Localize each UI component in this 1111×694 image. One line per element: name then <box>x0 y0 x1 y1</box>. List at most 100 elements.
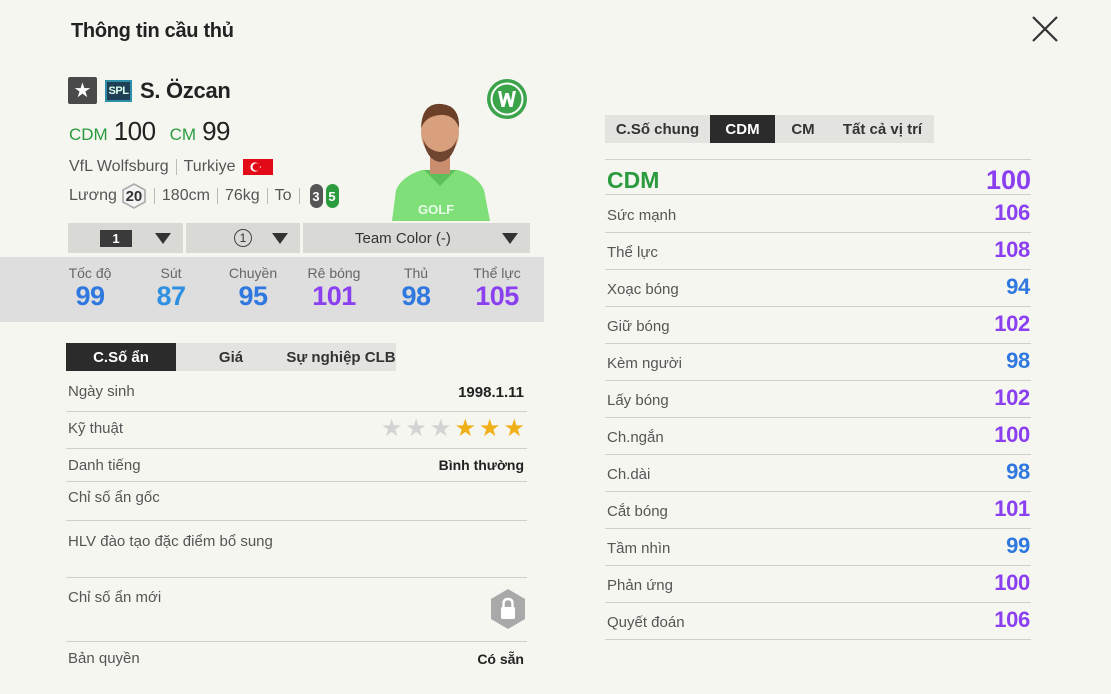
skill-label: Kỹ thuật <box>68 420 124 437</box>
tab-all-positions[interactable]: Tất cả vị trí <box>831 115 934 143</box>
svg-text:GOLF: GOLF <box>418 202 454 217</box>
grade-dropdown[interactable]: 1 <box>68 223 183 253</box>
divider <box>298 188 300 204</box>
attribute-value: 106 <box>994 607 1030 632</box>
attribute-value: 98 <box>1006 348 1030 373</box>
attribute-value: 106 <box>994 200 1030 225</box>
main-stat: Rê bóng 101 <box>294 265 374 311</box>
divider <box>216 188 218 204</box>
season-badge: SPL <box>105 79 132 102</box>
stat-label: Tốc độ <box>68 265 112 281</box>
coach-traits-row: HLV đào tạo đặc điểm bổ sung <box>66 521 527 578</box>
main-stats-panel: Tốc độ 99 Sút 87 Chuyền 95 Rê bóng 101 T… <box>0 257 544 322</box>
player-name: S. Özcan <box>140 77 231 103</box>
birthday-row: Ngày sinh 1998.1.11 <box>66 374 527 412</box>
attribute-row: Quyết đoán 106 <box>605 603 1031 640</box>
tab-general-stats[interactable]: C.Số chung <box>605 115 710 143</box>
player-name-row: ★ SPL S. Özcan <box>68 77 231 104</box>
attribute-row: Cắt bóng 101 <box>605 492 1031 529</box>
attribute-value: 108 <box>994 237 1030 262</box>
stat-value: 87 <box>156 281 186 311</box>
attribute-value: 98 <box>1006 459 1030 484</box>
attribute-value: 94 <box>1006 274 1030 299</box>
copyright-label: Bản quyền <box>68 650 140 667</box>
reputation-value: Bình thường <box>438 457 524 473</box>
player-photo: GOLF <box>384 98 496 221</box>
main-stat: Tốc độ 99 <box>50 265 130 311</box>
tab-cm[interactable]: CM <box>775 115 831 143</box>
right-foot-badge: 5 <box>325 184 339 208</box>
stat-label: Thể lực <box>473 265 521 281</box>
level-value: 1 <box>234 229 252 247</box>
position-label: CDM <box>607 167 660 193</box>
main-stat: Thủ 98 <box>376 265 456 311</box>
position-ovr: 99 <box>202 116 230 146</box>
position-tabs: C.Số chung CDM CM Tất cả vị trí <box>605 115 934 143</box>
attribute-row: Giữ bóng 102 <box>605 307 1031 344</box>
attribute-row: Ch.ngắn 100 <box>605 418 1031 455</box>
attribute-row: Thể lực 108 <box>605 233 1031 270</box>
lock-icon[interactable] <box>489 588 527 630</box>
club-nation-row: VfL Wolfsburg Turkiye <box>69 158 274 176</box>
page-title: Thông tin cầu thủ <box>71 20 234 42</box>
salary-label: Lương <box>69 187 117 204</box>
position-label: CDM <box>69 125 108 144</box>
stat-value: 105 <box>475 281 519 311</box>
close-button[interactable] <box>1028 12 1062 46</box>
stat-label: Sút <box>160 265 182 281</box>
skill-row: Kỹ thuật ★ ★ ★ ★ ★ ★ <box>66 412 527 449</box>
physical-info-row: Lương 20 180cm 76kg To 3 5 <box>69 183 339 209</box>
star-filled-icon: ★ <box>454 415 476 442</box>
stat-value: 99 <box>75 281 105 311</box>
attribute-label: Sức mạnh <box>607 207 677 224</box>
attribute-value: 100 <box>994 570 1030 595</box>
tab-club-career[interactable]: Sự nghiệp CLB <box>286 343 396 371</box>
attribute-value: 100 <box>994 422 1030 447</box>
coach-traits-label: HLV đào tạo đặc điểm bổ sung <box>68 533 273 550</box>
star-empty-icon: ★ <box>405 415 427 442</box>
original-traits-row: Chỉ số ẩn gốc <box>66 482 527 521</box>
copyright-value: Có sẵn <box>477 651 524 667</box>
reputation-row: Danh tiếng Bình thường <box>66 449 527 482</box>
position-ovr: 100 <box>113 116 156 146</box>
attribute-row: Kèm người 98 <box>605 344 1031 381</box>
attribute-label: Xoạc bóng <box>607 281 679 298</box>
attribute-label: Kèm người <box>607 355 682 372</box>
star-empty-icon: ★ <box>380 415 403 442</box>
position-label: CM <box>169 125 197 144</box>
attribute-label: Quyết đoán <box>607 614 685 631</box>
attribute-label: Ch.dài <box>607 466 651 483</box>
tab-price[interactable]: Giá <box>176 343 286 371</box>
attribute-row: Lấy bóng 102 <box>605 381 1031 418</box>
new-traits-label: Chỉ số ẩn mới <box>68 589 162 606</box>
divider <box>175 159 177 175</box>
level-dropdown[interactable]: 1 <box>186 223 300 253</box>
weight-value: 76kg <box>224 187 260 204</box>
club-name: VfL Wolfsburg <box>69 158 169 175</box>
attribute-value: 102 <box>994 311 1030 336</box>
caret-down-icon <box>155 232 171 244</box>
main-stat: Sút 87 <box>131 265 211 311</box>
attribute-label: Phản ứng <box>607 577 673 594</box>
left-foot-badge: 3 <box>309 184 323 208</box>
reputation-label: Danh tiếng <box>68 457 141 474</box>
stat-label: Chuyền <box>228 265 278 281</box>
caret-down-icon <box>502 232 518 244</box>
tab-hidden-stats[interactable]: C.Số ẩn <box>66 343 176 371</box>
body-type: To <box>274 187 292 204</box>
stat-value: 101 <box>312 281 356 311</box>
copyright-row: Bản quyền Có sẵn <box>66 642 527 680</box>
attribute-value: 102 <box>994 385 1030 410</box>
attribute-label: Thể lực <box>607 244 658 261</box>
favorite-star-button[interactable]: ★ <box>68 77 97 104</box>
caret-down-icon <box>272 232 288 244</box>
team-color-dropdown[interactable]: Team Color (-) <box>303 223 530 253</box>
tab-cdm[interactable]: CDM <box>710 115 775 143</box>
main-stat: Chuyền 95 <box>213 265 293 311</box>
attribute-value: 101 <box>994 496 1030 521</box>
attribute-row: Ch.dài 98 <box>605 455 1031 492</box>
attribute-row: Phản ứng 100 <box>605 566 1031 603</box>
divider <box>266 188 268 204</box>
turkey-flag-icon <box>243 159 274 175</box>
position-ovr: 100 <box>985 165 1031 195</box>
